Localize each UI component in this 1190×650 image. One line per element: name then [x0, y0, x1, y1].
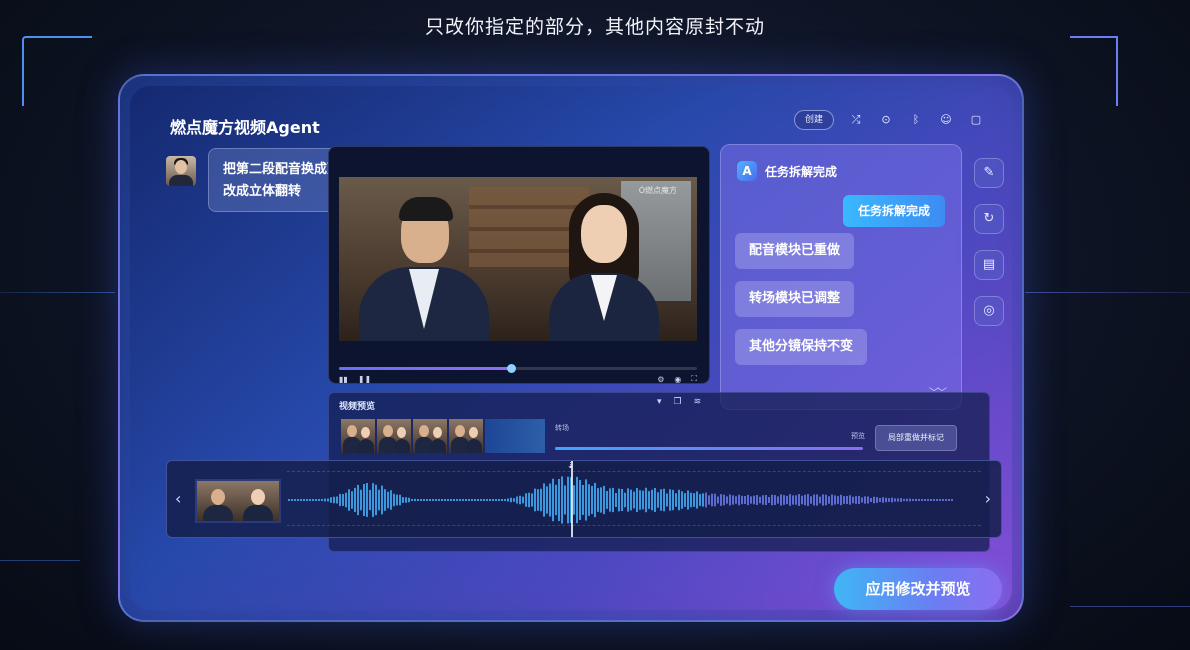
- wifi-icon[interactable]: ≋: [694, 397, 702, 407]
- play-icon[interactable]: ▮▮: [339, 375, 348, 384]
- audio-waveform: [288, 476, 953, 524]
- bluetooth-icon[interactable]: ᛒ: [908, 112, 924, 128]
- thumbnail[interactable]: [413, 419, 447, 453]
- video-frame: Ó燃点魔方: [339, 177, 697, 341]
- scroll-right-icon[interactable]: ›: [985, 489, 991, 508]
- frame-line-decoration: [0, 292, 115, 293]
- thumbnail[interactable]: [341, 419, 375, 453]
- audio-timeline[interactable]: ‹ ⇣ ›: [166, 460, 1002, 538]
- video-progress-bar[interactable]: [339, 364, 697, 373]
- headline-caption: 只改你指定的部分，其他内容原封不动: [424, 16, 765, 38]
- frame-corner-decoration: [1070, 36, 1118, 106]
- timeline-clip-thumbnail[interactable]: [195, 479, 281, 523]
- thumbnail[interactable]: [377, 419, 411, 453]
- frame-line-decoration: [1070, 606, 1190, 607]
- man-figure: [359, 197, 489, 341]
- audio-thumbnail[interactable]: [485, 419, 545, 453]
- refresh-icon[interactable]: ↻: [974, 204, 1004, 234]
- create-button[interactable]: 创建: [793, 110, 834, 130]
- frame-corner-decoration: [22, 36, 92, 106]
- settings-icon[interactable]: ⚙: [657, 375, 664, 384]
- apply-and-preview-button[interactable]: 应用修改并预览: [834, 568, 1002, 610]
- agent-step-bubble: 其他分镜保持不变: [735, 329, 868, 365]
- thumbnail-strip: [341, 419, 545, 453]
- preview-label: 预览: [851, 432, 865, 440]
- thumbnail[interactable]: [449, 419, 483, 453]
- scroll-left-icon[interactable]: ‹: [175, 489, 181, 508]
- location-icon[interactable]: ⊙: [878, 112, 894, 128]
- phone-icon[interactable]: ▢: [968, 112, 984, 128]
- redo-and-mark-button[interactable]: 局部重做并标记: [875, 425, 957, 451]
- app-window: 燃点魔方视频Agent 创建 ⤮ ⊙ ᛒ ☺ ▢ 把第二段配音换成更活泼的语气，…: [118, 74, 1024, 622]
- video-player[interactable]: Ó燃点魔方 ▮▮ ❚❚ ⚙ ◉ ⛶: [328, 146, 710, 384]
- app-window-body: 燃点魔方视频Agent 创建 ⤮ ⊙ ᛒ ☺ ▢ 把第二段配音换成更活泼的语气，…: [130, 86, 1012, 610]
- agent-status-bubble: 任务拆解完成: [843, 195, 945, 227]
- agent-task-card: A 任务拆解完成 任务拆解完成 配音模块已重做 转场模块已调整 其他分镜保持不变…: [720, 144, 962, 410]
- chevron-down-icon[interactable]: ▾: [657, 397, 662, 407]
- agent-step-bubble: 配音模块已重做: [735, 233, 855, 269]
- player-controls: ▮▮ ❚❚ ⚙ ◉ ⛶: [339, 373, 697, 384]
- edit-icon[interactable]: ✎: [974, 158, 1004, 188]
- preview-toolbar: ▾ ❐ ≋: [657, 397, 701, 407]
- playhead-marker-icon: ⇣: [567, 461, 574, 470]
- timeline-playhead[interactable]: [571, 461, 573, 537]
- transition-label: 转场: [555, 424, 569, 432]
- shuffle-icon[interactable]: ⤮: [848, 112, 864, 128]
- video-progress-knob[interactable]: [506, 364, 516, 373]
- pause-icon[interactable]: ❚❚: [358, 375, 371, 384]
- copy-icon[interactable]: ❐: [674, 397, 682, 407]
- video-watermark: Ó燃点魔方: [638, 186, 677, 195]
- emoji-icon[interactable]: ☺: [938, 112, 954, 128]
- library-icon[interactable]: ▤: [974, 250, 1004, 280]
- frame-line-decoration: [0, 560, 80, 610]
- user-avatar: [166, 156, 196, 186]
- preview-title: 视频预览: [339, 402, 376, 412]
- frame-line-decoration: [1025, 292, 1190, 293]
- agent-logo-icon: A: [737, 161, 757, 181]
- app-title: 燃点魔方视频Agent: [170, 118, 320, 137]
- side-tool-column: ✎ ↻ ▤ ◎: [974, 158, 1004, 342]
- mini-track[interactable]: [555, 447, 863, 450]
- volume-icon[interactable]: ◉: [674, 375, 681, 384]
- fullscreen-icon[interactable]: ⛶: [691, 374, 697, 383]
- shield-icon[interactable]: ◎: [974, 296, 1004, 326]
- woman-figure: [539, 193, 669, 341]
- video-progress-fill: [339, 367, 511, 370]
- agent-step-bubble: 转场模块已调整: [735, 281, 855, 317]
- top-toolbar: 创建 ⤮ ⊙ ᛒ ☺ ▢: [793, 110, 984, 130]
- agent-task-title: 任务拆解完成: [765, 164, 838, 179]
